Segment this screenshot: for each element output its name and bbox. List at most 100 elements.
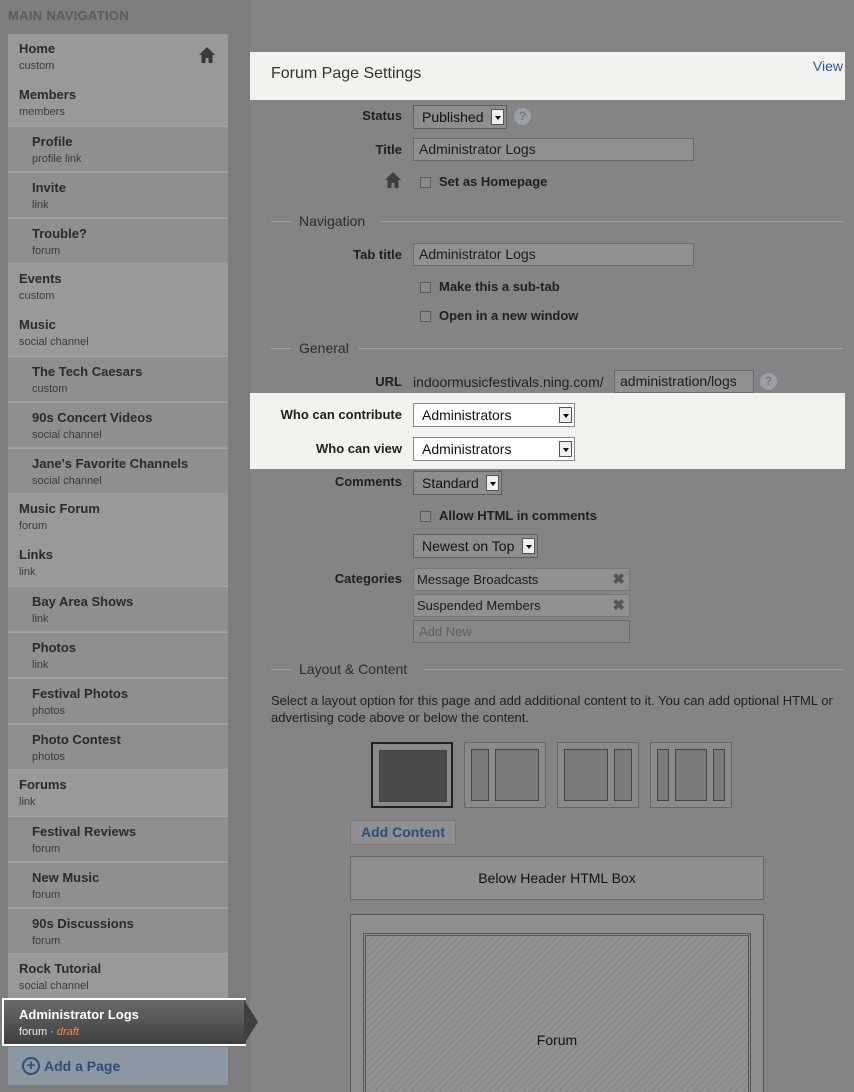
nav-item-type: forum [32,889,61,901]
nav-item-administrator-logs-selected[interactable]: Administrator Logs forum · draft [2,998,246,1046]
nav-item-rock-tutorial[interactable]: Rock Tutorial social channel [8,954,228,1000]
add-content-button[interactable]: Add Content [350,820,456,845]
nav-item-label: The Tech Caesars [32,364,143,379]
category-item: Suspended Members ✖ [413,594,630,617]
tab-title-input[interactable]: Administrator Logs [413,243,694,266]
nav-item-type: link [32,613,49,625]
comments-label: Comments [334,474,402,489]
nav-item-photo-contest[interactable]: Photo Contest photos [8,724,228,770]
view-link[interactable]: View [813,58,843,74]
nav-item-label: Links [19,547,53,562]
url-prefix: indoormusicfestivals.ning.com/ [413,374,604,390]
who-can-view-label: Who can view [316,441,402,456]
url-input[interactable]: administration/logs [614,370,754,393]
nav-item-90s-discussions[interactable]: 90s Discussions forum [8,908,228,954]
help-icon[interactable]: ? [514,108,531,125]
nav-item-new-music[interactable]: New Music forum [8,862,228,908]
nav-item-type: social channel [32,475,102,487]
new-window-checkbox[interactable] [420,311,431,322]
remove-icon[interactable]: ✖ [612,596,625,614]
below-header-html-box[interactable]: Below Header HTML Box [350,856,764,900]
layout-block [657,749,669,801]
nav-item-members[interactable]: Members members [8,80,228,126]
nav-item-type: social channel [19,980,89,992]
layout-block [614,749,632,801]
nav-item-type: custom [32,383,68,395]
add-page-button[interactable]: + Add a Page [8,1047,228,1085]
page-title: Forum Page Settings [271,65,422,82]
nav-item-label: Forums [19,777,67,792]
main-navigation-header: MAIN NAVIGATION [8,8,130,23]
nav-item-type: forum · draft [19,1025,246,1039]
nav-item-forums[interactable]: Forums link [8,770,228,816]
nav-item-type: social channel [32,429,102,441]
nav-item-music[interactable]: Music social channel [8,310,228,356]
layout-block [379,750,447,802]
nav-item-type: profile link [32,153,82,165]
add-page-label: Add a Page [44,1058,121,1074]
layout-option-left-sidebar[interactable] [464,742,546,808]
nav-item-label: Invite [32,180,66,195]
forum-content-box[interactable]: Forum [350,914,764,1092]
nav-item-invite[interactable]: Invite link [8,172,228,218]
nav-item-type: members [19,106,65,118]
nav-item-trouble[interactable]: Trouble? forum [8,218,228,264]
nav-item-90s-concert-videos[interactable]: 90s Concert Videos social channel [8,402,228,448]
home-icon [385,172,401,188]
nav-item-label: Home [19,41,56,56]
dropdown-arrow-icon [559,441,572,457]
layout-option-single[interactable] [371,742,453,808]
nav-item-label: Events [19,271,62,286]
layout-block [675,749,707,801]
allow-html-checkbox[interactable] [420,511,431,522]
status-select[interactable]: Published [413,105,507,129]
comments-select[interactable]: Standard [413,471,502,495]
comments-select-value: Standard [422,475,479,491]
layout-option-three-column[interactable] [650,742,732,808]
selected-pointer-arrow [244,1000,258,1044]
nav-item-bay-area-shows[interactable]: Bay Area Shows link [8,586,228,632]
layout-block [471,749,489,801]
who-can-view-select[interactable]: Administrators [413,437,575,461]
nav-item-home[interactable]: Home custom [8,34,228,80]
nav-item-type: photos [32,705,66,717]
layout-section-title: Layout & Content [299,661,408,677]
nav-item-type: forum [32,935,61,947]
nav-item-type: forum [32,843,61,855]
nav-item-label: Jane's Favorite Channels [32,456,189,471]
nav-item-events[interactable]: Events custom [8,264,228,310]
set-homepage-checkbox[interactable] [420,177,431,188]
new-window-label: Open in a new window [439,308,579,323]
sub-tab-checkbox[interactable] [420,282,431,293]
help-icon[interactable]: ? [760,373,777,390]
nav-item-janes-favorite-channels[interactable]: Jane's Favorite Channels social channel [8,448,228,494]
layout-option-right-sidebar[interactable] [557,742,639,808]
remove-icon[interactable]: ✖ [612,570,625,588]
sort-order-select[interactable]: Newest on Top [413,534,538,558]
nav-item-festival-reviews[interactable]: Festival Reviews forum [8,816,228,862]
add-category-input[interactable]: Add New [413,620,630,643]
set-homepage-label: Set as Homepage [439,174,548,189]
nav-item-festival-photos[interactable]: Festival Photos photos [8,678,228,724]
general-section-title: General [299,340,349,356]
title-input[interactable]: Administrator Logs [413,138,694,161]
nav-item-label: Music [19,317,56,332]
url-label: URL [375,374,402,389]
who-can-contribute-label: Who can contribute [280,407,402,422]
status-label: Status [362,108,402,123]
type-separator: · [50,1026,54,1038]
nav-item-type: custom [19,60,55,72]
nav-item-tech-caesars[interactable]: The Tech Caesars custom [8,356,228,402]
nav-item-type: social channel [19,336,89,348]
nav-item-type: custom [19,290,55,302]
layout-block [713,749,725,801]
dropdown-arrow-icon [486,475,499,491]
nav-item-label: 90s Concert Videos [32,410,153,425]
nav-item-type: link [32,199,49,211]
who-can-contribute-select[interactable]: Administrators [413,403,575,427]
nav-item-profile[interactable]: Profile profile link [8,126,228,172]
nav-item-music-forum[interactable]: Music Forum forum [8,494,228,540]
nav-item-links[interactable]: Links link [8,540,228,586]
layout-block [495,749,539,801]
nav-item-photos[interactable]: Photos link [8,632,228,678]
